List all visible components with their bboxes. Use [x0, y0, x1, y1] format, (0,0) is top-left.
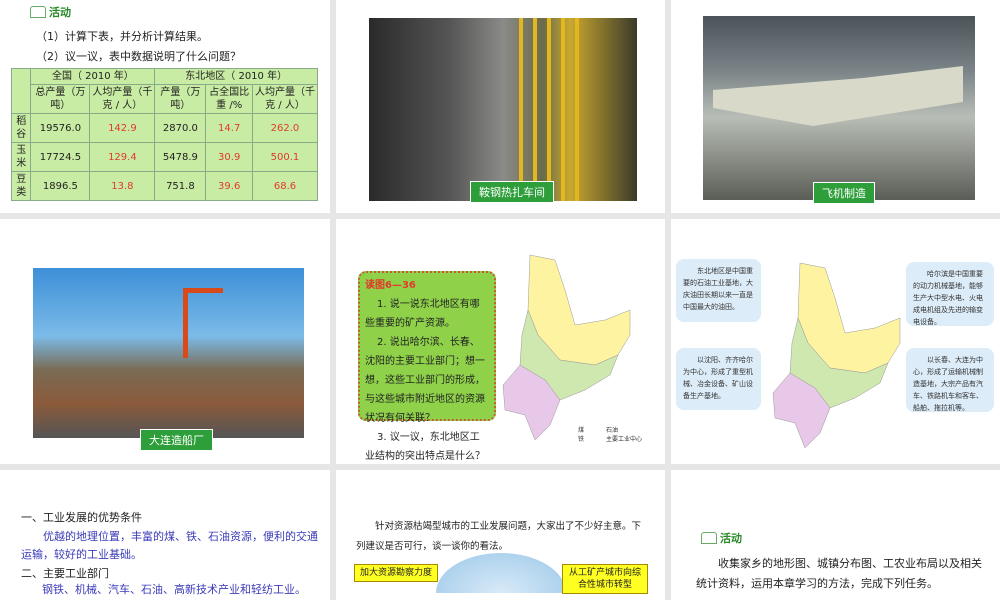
table-cell: 17724.5 [30, 142, 91, 172]
question-2: （2）议一议，表中数据说明了什么问题？ [36, 50, 241, 63]
column-header: 占全国比重 /% [205, 84, 253, 114]
people-icon [30, 6, 46, 18]
legend-industrial-center: 主要工业中心 [606, 436, 643, 443]
box-item-3: 3. 议一议，东北地区工业结构的突出特点是什么？ [365, 432, 485, 462]
table-cell: 30.9 [205, 142, 253, 172]
column-header: 人均产量（千克 / 人） [251, 84, 319, 114]
activity-label: 活动 [720, 532, 742, 545]
corner-cell [10, 68, 32, 114]
bubble-harbin: 哈尔滨是中国重要的动力机械基地，能够生产大中型水电、火电成电机组及先进的输变电设… [906, 262, 994, 326]
table-cell: 500.1 [251, 142, 319, 172]
table-cell: 5478.9 [154, 142, 207, 172]
photo-caption: 飞机制造 [813, 182, 875, 204]
table-row: 稻谷 19576.0 142.9 2870.0 14.7 262.0 [10, 113, 319, 143]
shipyard-photo [33, 268, 304, 438]
suggestion-tag-1: 加大资源勘察力度 [354, 564, 439, 582]
heading-industries: 二、主要工业部门 [21, 567, 109, 580]
steel-mill-photo [369, 18, 637, 201]
table-cell: 751.8 [154, 171, 207, 201]
box-item-2: 2. 说出哈尔滨、长春、沈阳的主要工业部门；想一想，这些工业部门的形成，与这些城… [365, 337, 485, 424]
heading-advantages: 一、工业发展的优势条件 [21, 511, 142, 524]
box-item-1: 1. 说一说东北地区有哪些重要的矿产资源。 [365, 299, 480, 329]
legend-coal: 煤 [578, 427, 585, 434]
bubble-shenyang: 以沈阳、齐齐哈尔为中心，形成了重型机械、冶金设备、矿山设备生产基地。 [676, 348, 761, 410]
table-cell: 129.4 [89, 142, 156, 172]
text-advantages: 优越的地理位置，丰富的煤、铁、石油资源，便利的交通运输，较好的工业基础。 [21, 530, 318, 561]
slide-activity-collect[interactable]: 活动 收集家乡的地形图、城镇分布图、工农业布局以及相关统计资料，运用本章学习的方… [671, 470, 1000, 600]
column-header: 总产量（万吨） [30, 84, 91, 114]
photo-caption: 鞍钢热扎车间 [470, 181, 554, 203]
map-legend: 煤 石油 铁 主要工业中心 [578, 425, 646, 443]
legend-iron: 铁 [578, 436, 585, 443]
production-table: 全国（ 2010 年） 东北地区（ 2010 年） 总产量（万吨） 人均产量（千克 … [10, 68, 319, 201]
table-cell: 19576.0 [30, 113, 91, 143]
northeast-map [502, 254, 631, 441]
question-box: 读图6—36 1. 说一说东北地区有哪些重要的矿产资源。 2. 说出哈尔滨、长春… [358, 271, 496, 462]
row-label: 玉米 [10, 142, 32, 172]
table-row: 豆类 1896.5 13.8 751.8 39.6 68.6 [10, 171, 319, 201]
row-label: 稻谷 [10, 113, 32, 143]
question-1: （1）计算下表，并分析计算结果。 [36, 30, 208, 43]
slide-steel-mill[interactable]: 鞍钢热扎车间 [336, 0, 665, 213]
header-northeast: 东北地区（ 2010 年） [154, 68, 318, 85]
table-cell: 2870.0 [154, 113, 207, 143]
illustration [436, 553, 566, 593]
intro-text: 针对资源枯竭型城市的工业发展问题，大家出了不少好主意。下列建议是否可行，谈一谈你… [356, 521, 642, 552]
header-national: 全国（ 2010 年） [30, 68, 156, 85]
row-label: 豆类 [10, 171, 32, 201]
table-cell: 14.7 [205, 113, 253, 143]
bubble-oil: 东北地区是中国重要的石油工业基地，大庆油田长期以来一直是中国最大的油田。 [676, 259, 761, 322]
legend-oil: 石油 [606, 427, 619, 434]
box-title: 读图6—36 [365, 280, 416, 291]
slide-activity-table[interactable]: 活动 （1）计算下表，并分析计算结果。 （2）议一议，表中数据说明了什么问题？ … [0, 0, 330, 213]
activity-heading: 活动 [701, 530, 742, 546]
text-industries: 钢铁、机械、汽车、石油、高新技术产业和轻纺工业。 [42, 583, 306, 596]
activity-heading: 活动 [30, 4, 71, 20]
activity-text: 收集家乡的地形图、城镇分布图、工农业布局以及相关统计资料，运用本章学习的方法，完… [696, 557, 982, 590]
people-icon [701, 532, 717, 544]
slide-summary[interactable]: 一、工业发展的优势条件 优越的地理位置，丰富的煤、铁、石油资源，便利的交通运输，… [0, 470, 330, 600]
bubble-changchun: 以长春、大连为中心，形成了运输机械制造基地，大宗产品有汽车、铁路机车和客车、船舶… [906, 348, 994, 412]
slide-aircraft[interactable]: 飞机制造 [671, 0, 1000, 213]
table-cell: 142.9 [89, 113, 156, 143]
aircraft-photo [703, 16, 975, 200]
table-cell: 262.0 [251, 113, 319, 143]
table-cell: 68.6 [251, 171, 319, 201]
table-cell: 1896.5 [30, 171, 91, 201]
activity-label: 活动 [49, 6, 71, 19]
table-cell: 39.6 [205, 171, 253, 201]
table-row: 玉米 17724.5 129.4 5478.9 30.9 500.1 [10, 142, 319, 172]
suggestion-tag-2: 从工矿产城市向综合性城市转型 [562, 564, 648, 594]
table-cell: 13.8 [89, 171, 156, 201]
slide-resource-cities[interactable]: 针对资源枯竭型城市的工业发展问题，大家出了不少好主意。下列建议是否可行，谈一谈你… [336, 470, 665, 600]
photo-caption: 大连造船厂 [140, 429, 213, 451]
column-header: 人均产量（千克 / 人） [89, 84, 156, 114]
slide-shipyard[interactable]: 大连造船厂 [0, 219, 330, 464]
column-header: 产量（万吨） [154, 84, 207, 114]
